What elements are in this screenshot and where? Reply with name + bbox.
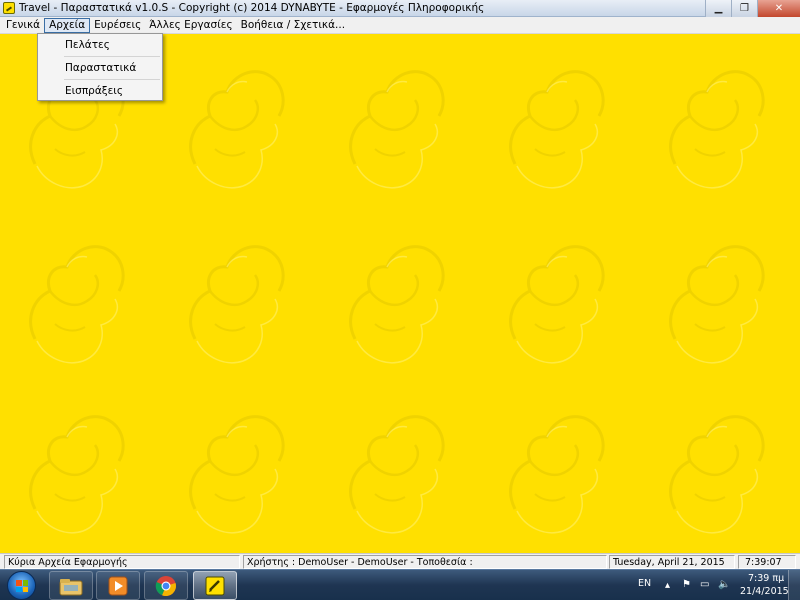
taskbar-file-explorer[interactable]	[49, 571, 93, 600]
status-panel-time: 7:39:07	[738, 555, 796, 569]
close-button[interactable]: ✕	[757, 0, 800, 17]
minimize-button[interactable]: ▁	[705, 0, 731, 17]
status-bar: Κύρια Αρχεία Εφαρμογής Χρήστης : DemoUse…	[0, 553, 800, 569]
chrome-icon	[155, 575, 176, 596]
show-hidden-icons-icon[interactable]: ▴	[665, 580, 670, 591]
taskbar-media-player[interactable]	[96, 571, 140, 600]
files-dropdown-menu: Πελάτες Παραστατικά Εισπράξεις	[37, 33, 163, 101]
action-center-flag-icon[interactable]: ⚑	[682, 579, 691, 590]
volume-icon[interactable]: 🔈	[718, 579, 730, 590]
clock-time[interactable]: 7:39 πμ	[748, 573, 784, 584]
windows-logo-icon	[16, 580, 28, 592]
status-panel-date: Tuesday, April 21, 2015	[609, 555, 735, 569]
system-tray: EN ▴ ⚑ ▭ 🔈 7:39 πμ 21/4/2015	[630, 570, 800, 600]
menu-bar: Γενικά Αρχεία Ευρέσεις Άλλες Εργασίες Βο…	[0, 17, 800, 34]
taskbar-travel-app[interactable]	[193, 571, 237, 600]
start-button[interactable]	[7, 571, 36, 600]
status-panel-section: Κύρια Αρχεία Εφαρμογής	[4, 555, 240, 569]
menu-other-tasks[interactable]: Άλλες Εργασίες	[145, 18, 236, 33]
menu-help-about[interactable]: Βοήθεια / Σχετικά...	[237, 18, 349, 33]
menu-files[interactable]: Αρχεία	[44, 17, 91, 33]
watermark-pattern	[29, 70, 765, 535]
window-title: Travel - Παραστατικά v1.0.S - Copyright …	[19, 2, 485, 14]
dropdown-item-customers[interactable]: Πελάτες	[38, 34, 162, 56]
language-indicator[interactable]: EN	[638, 578, 651, 589]
app-icon[interactable]	[3, 2, 15, 14]
taskbar: EN ▴ ⚑ ▭ 🔈 7:39 πμ 21/4/2015	[0, 569, 800, 600]
network-icon[interactable]: ▭	[700, 579, 709, 590]
media-player-icon	[108, 576, 128, 595]
taskbar-chrome[interactable]	[144, 571, 188, 600]
dropdown-item-receipts[interactable]: Εισπράξεις	[38, 80, 162, 102]
menu-searches[interactable]: Ευρέσεις	[90, 18, 145, 33]
dropdown-item-documents[interactable]: Παραστατικά	[38, 57, 162, 79]
show-desktop-button[interactable]	[788, 570, 800, 600]
maximize-button[interactable]: ❐	[731, 0, 757, 17]
title-bar[interactable]: Travel - Παραστατικά v1.0.S - Copyright …	[0, 0, 800, 17]
menu-general[interactable]: Γενικά	[2, 18, 44, 33]
workspace-background	[0, 34, 800, 553]
status-panel-user: Χρήστης : DemoUser - DemoUser - Τοποθεσί…	[243, 555, 607, 569]
clock-date[interactable]: 21/4/2015	[740, 586, 789, 597]
file-explorer-icon	[59, 578, 83, 595]
window-controls: ▁ ❐ ✕	[705, 0, 800, 17]
travel-app-icon	[205, 576, 225, 595]
